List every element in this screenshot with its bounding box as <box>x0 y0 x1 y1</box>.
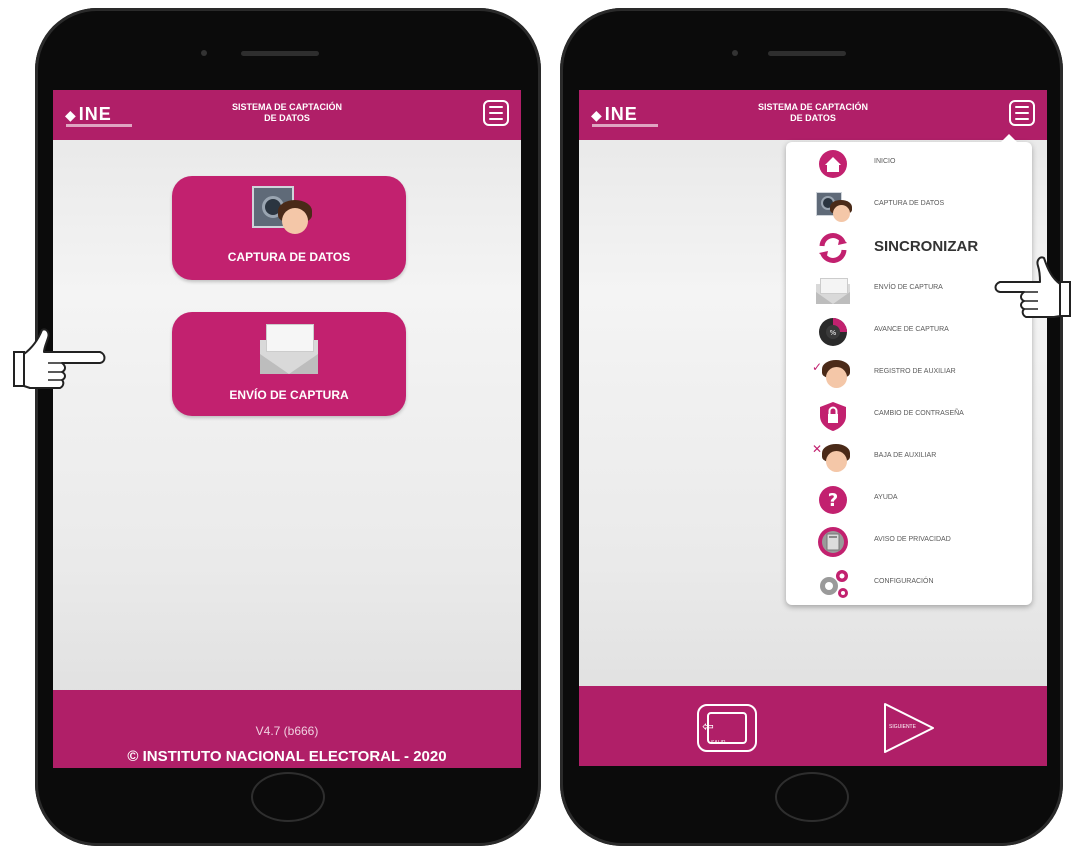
menu-item-configuracion[interactable]: CONFIGURACIÓN <box>786 564 1032 604</box>
camera-face-icon <box>252 186 312 238</box>
app-title: SISTEMA DE CAPTACIÓN DE DATOS <box>231 102 342 123</box>
gears-icon <box>820 570 848 598</box>
progress-icon: % <box>819 318 847 346</box>
pointing-hand-icon <box>994 256 1071 318</box>
camera-face-icon <box>816 190 852 222</box>
privacy-icon <box>818 527 848 557</box>
envio-de-captura-button[interactable]: ENVÍO DE CAPTURA <box>172 312 406 416</box>
envio-de-captura-label: ENVÍO DE CAPTURA <box>229 388 349 402</box>
pointing-hand-icon <box>13 328 106 389</box>
app-footer: ⇦ SALIR SIGUIENTE <box>579 686 1047 766</box>
speaker-grille <box>768 51 846 56</box>
home-button <box>251 772 325 822</box>
copyright-text: © INSTITUTO NACIONAL ELECTORAL - 2020 <box>127 748 447 765</box>
left-screen: ◆ INE SISTEMA DE CAPTACIÓN DE DATOS CAPTU… <box>53 90 521 768</box>
ine-logo-subtitle <box>66 124 132 127</box>
exit-arrow-icon: ⇦ <box>702 718 714 734</box>
envelope-icon <box>816 274 850 306</box>
home-button <box>774 772 849 822</box>
sync-icon <box>819 233 847 263</box>
app-title: SISTEMA DE CAPTACIÓN DE DATOS <box>757 102 868 123</box>
captura-de-datos-label: CAPTURA DE DATOS <box>227 250 351 264</box>
lock-shield-icon <box>820 402 846 431</box>
app-header: ◆ INE SISTEMA DE CAPTACIÓN DE DATOS <box>53 90 521 140</box>
envelope-icon <box>260 324 318 374</box>
menu-item-ayuda[interactable]: ? AYUDA <box>786 480 1032 520</box>
front-camera <box>732 50 738 56</box>
menu-item-registro-de-auxiliar[interactable]: ✓ REGISTRO DE AUXILIAR <box>786 354 1032 394</box>
remove-assistant-icon: ✕ <box>812 442 850 474</box>
ine-logo: ◆ INE <box>591 104 638 124</box>
svg-text:?: ? <box>828 490 838 511</box>
right-phone: ◆ INE SISTEMA DE CAPTACIÓN DE DATOS INICI… <box>560 8 1063 846</box>
menu-item-cambio-de-contrasena[interactable]: CAMBIO DE CONTRASEÑA <box>786 396 1032 436</box>
front-camera <box>201 50 207 56</box>
captura-de-datos-button[interactable]: CAPTURA DE DATOS <box>172 176 406 280</box>
menu-item-captura-de-datos[interactable]: CAPTURA DE DATOS <box>786 186 1032 226</box>
svg-text:%: % <box>830 329 837 337</box>
navigation-dropdown-menu: INICIO CAPTURA DE DATOS SINCRONIZAR ENVÍ… <box>786 134 1032 605</box>
menu-item-inicio[interactable]: INICIO <box>786 144 1032 184</box>
left-phone: ◆ INE SISTEMA DE CAPTACIÓN DE DATOS CAPTU… <box>35 8 541 846</box>
help-icon: ? <box>819 486 847 514</box>
home-icon <box>819 150 847 178</box>
version-text: V4.7 (b666) <box>255 724 319 738</box>
hamburger-icon[interactable] <box>1009 100 1035 126</box>
menu-item-aviso-de-privacidad[interactable]: AVISO DE PRIVACIDAD <box>786 522 1032 562</box>
ine-logo: ◆ INE <box>65 104 112 124</box>
register-assistant-icon: ✓ <box>812 358 850 390</box>
ine-logo-subtitle <box>592 124 658 127</box>
speaker-grille <box>241 51 319 56</box>
exit-button[interactable]: ⇦ SALIR <box>697 704 757 752</box>
right-screen: ◆ INE SISTEMA DE CAPTACIÓN DE DATOS INICI… <box>579 90 1047 766</box>
app-footer: V4.7 (b666) © INSTITUTO NACIONAL ELECTOR… <box>53 690 521 768</box>
next-button[interactable]: SIGUIENTE <box>879 700 939 756</box>
app-header: ◆ INE SISTEMA DE CAPTACIÓN DE DATOS <box>579 90 1047 140</box>
menu-item-baja-de-auxiliar[interactable]: ✕ BAJA DE AUXILIAR <box>786 438 1032 478</box>
hamburger-icon[interactable] <box>483 100 509 126</box>
